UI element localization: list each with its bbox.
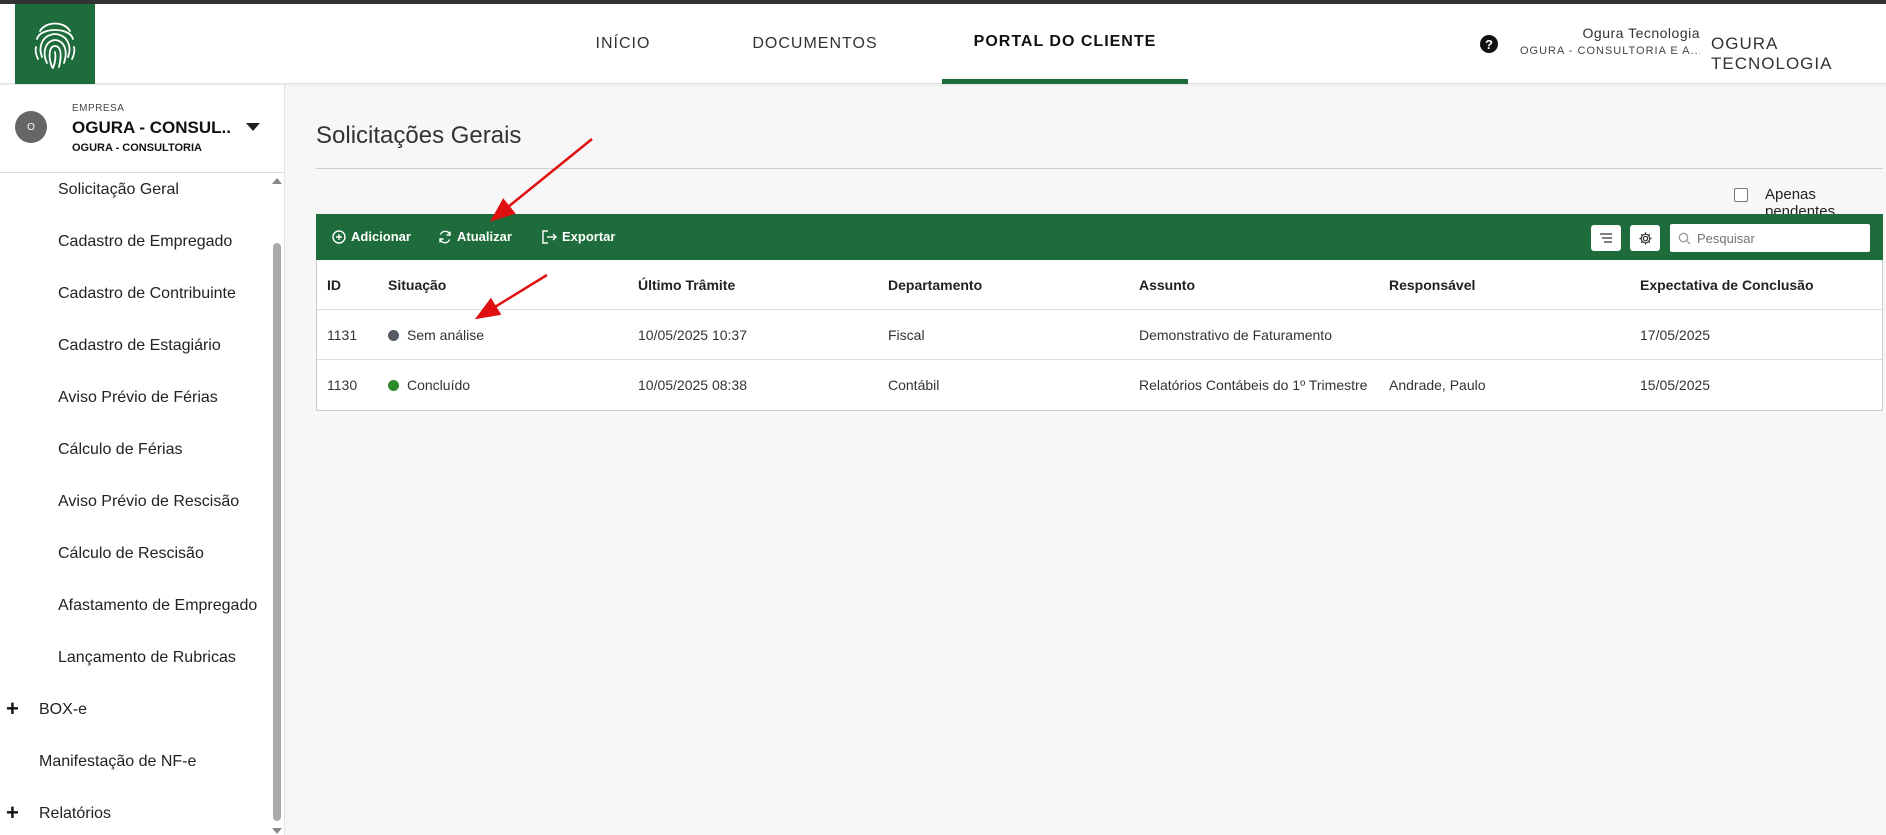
sidebar-item-cadastro-contribuinte[interactable]: Cadastro de Contribuinte [58,285,236,303]
col-header-departamento[interactable]: Departamento [888,260,982,310]
status-label: Concluído [407,377,471,393]
refresh-button[interactable]: Atualizar [438,229,512,244]
help-icon[interactable]: ? [1480,35,1498,53]
pending-only-checkbox[interactable] [1734,188,1748,202]
scroll-down-arrow[interactable] [272,828,282,834]
refresh-icon [439,230,451,243]
cell-situacao: Sem análise [388,310,484,360]
company-name-header[interactable]: OGURA TECNOLOGIA [1711,34,1886,74]
list-icon [1600,233,1612,243]
company-selector[interactable]: O EMPRESA OGURA - CONSUL... OGURA - CONS… [0,85,284,173]
sidebar: O EMPRESA OGURA - CONSUL... OGURA - CONS… [0,85,285,835]
sidebar-scrollbar[interactable] [273,243,281,821]
gear-icon [1638,231,1652,245]
title-divider [316,168,1883,169]
sidebar-item-lancamento-rubricas[interactable]: Lançamento de Rubricas [58,649,236,667]
cell-situacao: Concluído [388,360,470,410]
cell-expectativa: 17/05/2025 [1640,327,1711,343]
sidebar-item-cadastro-empregado[interactable]: Cadastro de Empregado [58,233,232,251]
table-row[interactable]: 1131 Sem análise 10/05/2025 10:37 Fiscal… [317,310,1882,360]
cell-ultimo-tramite: 10/05/2025 08:38 [638,377,747,393]
sidebar-item-aviso-previo-ferias[interactable]: Aviso Prévio de Férias [58,389,218,407]
refresh-button-label: Atualizar [457,229,512,244]
cell-expectativa: 15/05/2025 [1640,377,1711,393]
status-dot [388,379,399,391]
settings-button[interactable] [1630,225,1660,251]
table-row[interactable]: 1130 Concluído 10/05/2025 08:38 Contábil… [317,360,1882,410]
plus-icon[interactable]: + [6,696,19,722]
add-button-label: Adicionar [351,229,411,244]
nav-inicio[interactable]: INÍCIO [578,4,668,84]
status-dot [388,329,399,341]
fingerprint-icon [34,22,76,69]
cell-id: 1131 [327,327,358,343]
table-header-row: ID Situação Último Trâmite Departamento … [317,260,1882,310]
user-company: OGURA - CONSULTORIA E A... [1520,45,1700,57]
user-menu[interactable]: Ogura Tecnologia OGURA - CONSULTORIA E A… [1520,25,1700,57]
sidebar-item-cadastro-estagiario[interactable]: Cadastro de Estagiário [58,337,221,355]
col-header-id[interactable]: ID [327,260,341,310]
company-label: EMPRESA [72,103,125,114]
sidebar-item-afastamento-empregado[interactable]: Afastamento de Empregado [58,597,257,615]
nav-portal-do-cliente[interactable]: PORTAL DO CLIENTE [942,4,1188,84]
cell-responsavel: Andrade, Paulo [1389,377,1486,393]
plus-circle-icon [332,229,346,244]
sidebar-section-manifestacao-nfe[interactable]: Manifestação de NF-e [39,753,196,771]
plus-icon[interactable]: + [6,800,19,826]
avatar: O [15,111,47,143]
export-button-label: Exportar [562,229,616,244]
search-input[interactable] [1697,230,1857,246]
sidebar-item-solicitacao-geral[interactable]: Solicitação Geral [58,181,179,199]
company-subtitle: OGURA - CONSULTORIA [72,142,202,154]
cell-id: 1130 [327,377,358,393]
status-label: Sem análise [407,327,485,343]
chevron-down-icon[interactable] [246,123,260,131]
col-header-assunto[interactable]: Assunto [1139,260,1195,310]
top-header: INÍCIO DOCUMENTOS PORTAL DO CLIENTE ? Og… [0,4,1886,84]
sidebar-item-calculo-rescisao[interactable]: Cálculo de Rescisão [58,545,204,563]
user-name: Ogura Tecnologia [1582,25,1700,41]
scroll-up-arrow[interactable] [272,178,282,184]
cell-departamento: Fiscal [888,327,925,343]
logo[interactable] [15,4,95,84]
search-icon [1678,232,1691,244]
col-header-situacao[interactable]: Situação [388,260,446,310]
page-title: Solicitações Gerais [316,122,522,149]
cell-assunto: Demonstrativo de Faturamento [1139,327,1332,343]
export-button[interactable]: Exportar [542,229,615,244]
columns-button[interactable] [1591,225,1621,251]
col-header-ultimo-tramite[interactable]: Último Trâmite [638,260,735,310]
annotation-arrow [490,138,593,222]
col-header-expectativa[interactable]: Expectativa de Conclusão [1640,260,1814,310]
nav-documentos[interactable]: DOCUMENTOS [742,4,888,84]
cell-assunto: Relatórios Contábeis do 1º Trimestre [1139,377,1368,393]
col-header-responsavel[interactable]: Responsável [1389,260,1475,310]
table-toolbar: Adicionar Atualizar Exportar [316,214,1883,260]
export-icon [542,229,557,244]
company-name: OGURA - CONSUL... [72,118,232,137]
cell-ultimo-tramite: 10/05/2025 10:37 [638,327,747,343]
sidebar-section-box-e[interactable]: BOX-e [39,701,87,719]
cell-departamento: Contábil [888,377,940,393]
search-box[interactable] [1670,224,1870,252]
sidebar-item-calculo-ferias[interactable]: Cálculo de Férias [58,441,183,459]
add-button[interactable]: Adicionar [332,229,411,244]
sidebar-section-relatorios[interactable]: Relatórios [39,805,111,823]
sidebar-item-aviso-previo-rescisao[interactable]: Aviso Prévio de Rescisão [58,493,239,511]
requests-table: ID Situação Último Trâmite Departamento … [316,260,1883,411]
